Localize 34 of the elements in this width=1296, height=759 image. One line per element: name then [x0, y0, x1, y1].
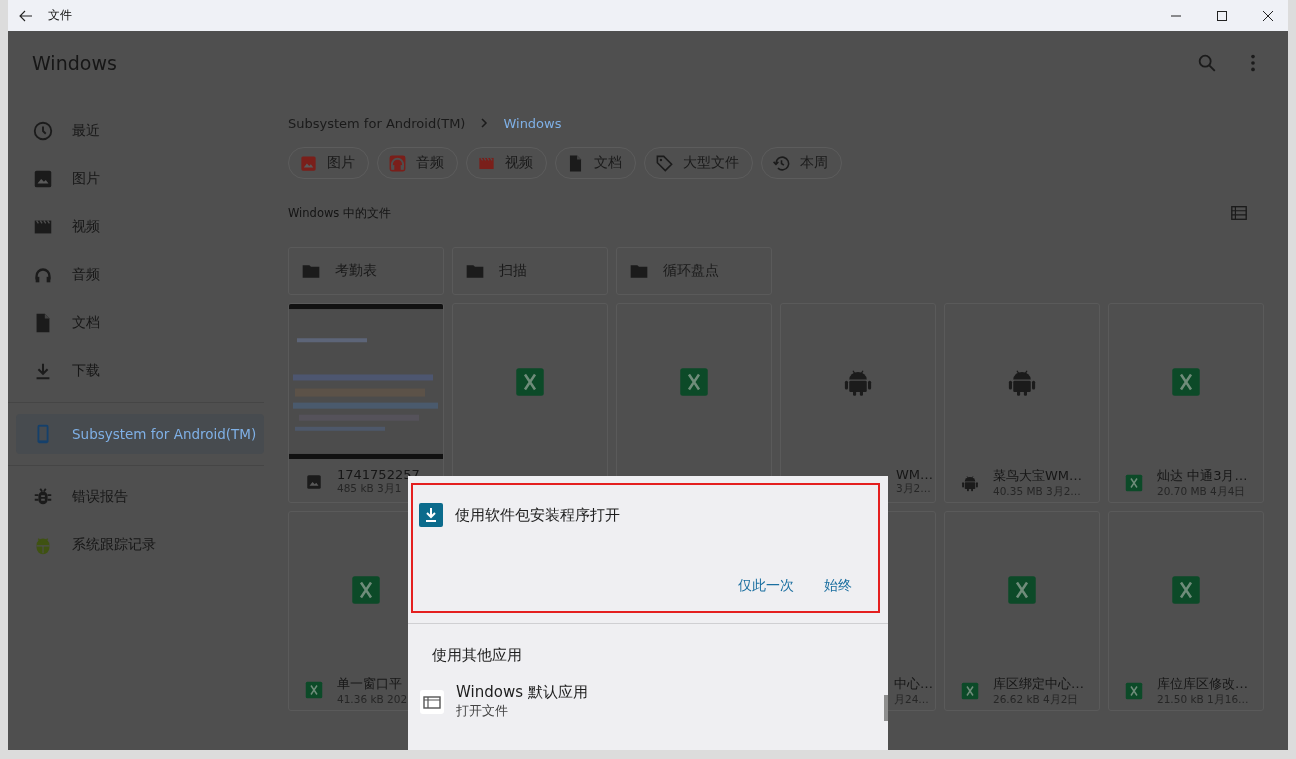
file-name: 1741752257	[337, 467, 420, 482]
window-title: 文件	[48, 7, 72, 24]
spreadsheet-icon	[1007, 574, 1037, 605]
spreadsheet-icon	[961, 682, 979, 700]
sidebar-item[interactable]: Subsystem for Android(TM)	[16, 414, 264, 454]
image-icon	[305, 472, 323, 491]
spreadsheet-icon	[305, 681, 323, 699]
spreadsheet-icon	[515, 366, 545, 397]
dialog-button[interactable]: 仅此一次	[728, 575, 804, 597]
download-icon	[419, 503, 443, 527]
clock-icon	[32, 120, 54, 142]
image-icon	[299, 153, 318, 173]
tag-icon	[655, 153, 674, 173]
file-name: WM…	[895, 467, 933, 482]
dialog-button[interactable]: 始终	[814, 575, 862, 597]
history-icon	[772, 153, 791, 173]
app-icon	[420, 689, 444, 714]
scrollbar-thumb[interactable]	[884, 695, 888, 721]
headphones-icon	[388, 153, 407, 173]
sidebar-item[interactable]: 视频	[16, 207, 264, 247]
spreadsheet-icon	[1125, 682, 1143, 700]
spreadsheet-icon	[1171, 366, 1201, 397]
sidebar-item[interactable]: 下载	[16, 351, 264, 391]
spreadsheet-icon	[1171, 574, 1201, 605]
sidebar-item[interactable]: 文档	[16, 303, 264, 343]
breadcrumb-link[interactable]: Windows	[503, 115, 562, 131]
chevron-icon	[479, 118, 490, 128]
dialog-title: 使用软件包安装程序打开	[455, 505, 620, 525]
spreadsheet-icon	[351, 574, 381, 605]
spreadsheet-icon	[1125, 474, 1143, 492]
image-icon	[32, 168, 54, 190]
android-icon	[961, 474, 979, 492]
spreadsheet-icon	[679, 366, 709, 397]
app-title: Windows	[32, 52, 117, 74]
